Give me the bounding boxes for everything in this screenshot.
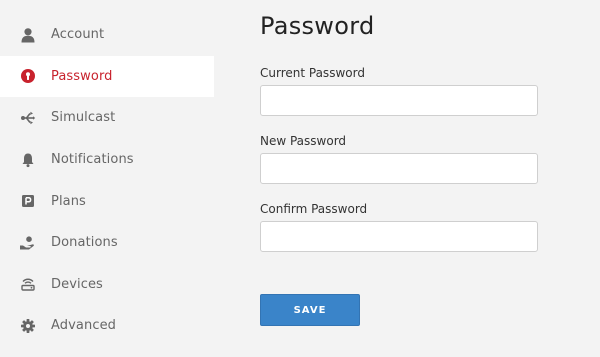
new-password-field[interactable]: [260, 153, 538, 184]
sidebar-item-label: Donations: [51, 235, 118, 251]
plans-icon: [18, 191, 38, 211]
sidebar-item-account[interactable]: Account: [0, 14, 214, 56]
simulcast-icon: [18, 108, 38, 128]
lock-icon: [18, 66, 38, 86]
sidebar-item-notifications[interactable]: Notifications: [0, 139, 214, 181]
sidebar-item-label: Simulcast: [51, 110, 116, 126]
user-icon: [18, 25, 38, 45]
save-button[interactable]: SAVE: [260, 294, 360, 326]
donation-icon: [18, 233, 38, 253]
current-password-label: Current Password: [260, 66, 365, 80]
sidebar-item-devices[interactable]: Devices: [0, 264, 214, 306]
sidebar-item-simulcast[interactable]: Simulcast: [0, 97, 214, 139]
sidebar-item-label: Account: [51, 27, 105, 43]
gear-icon: [18, 316, 38, 336]
new-password-label: New Password: [260, 134, 347, 148]
settings-sidebar: Account Password Simulcast Notifications…: [0, 14, 214, 347]
page-title: Password: [260, 12, 375, 40]
sidebar-item-label: Devices: [51, 276, 103, 292]
sidebar-item-password[interactable]: Password: [0, 55, 214, 98]
sidebar-item-label: Plans: [51, 193, 86, 209]
confirm-password-label: Confirm Password: [260, 202, 368, 216]
sidebar-item-label: Notifications: [51, 152, 134, 168]
current-password-field[interactable]: [260, 85, 538, 116]
sidebar-item-label: Password: [51, 68, 113, 84]
confirm-password-field[interactable]: [260, 221, 538, 252]
sidebar-item-label: Advanced: [51, 318, 117, 334]
settings-page: Account Password Simulcast Notifications…: [0, 0, 600, 357]
sidebar-item-plans[interactable]: Plans: [0, 180, 214, 222]
devices-icon: [18, 274, 38, 294]
sidebar-item-advanced[interactable]: Advanced: [0, 305, 214, 347]
bell-icon: [18, 150, 38, 170]
sidebar-item-donations[interactable]: Donations: [0, 222, 214, 264]
